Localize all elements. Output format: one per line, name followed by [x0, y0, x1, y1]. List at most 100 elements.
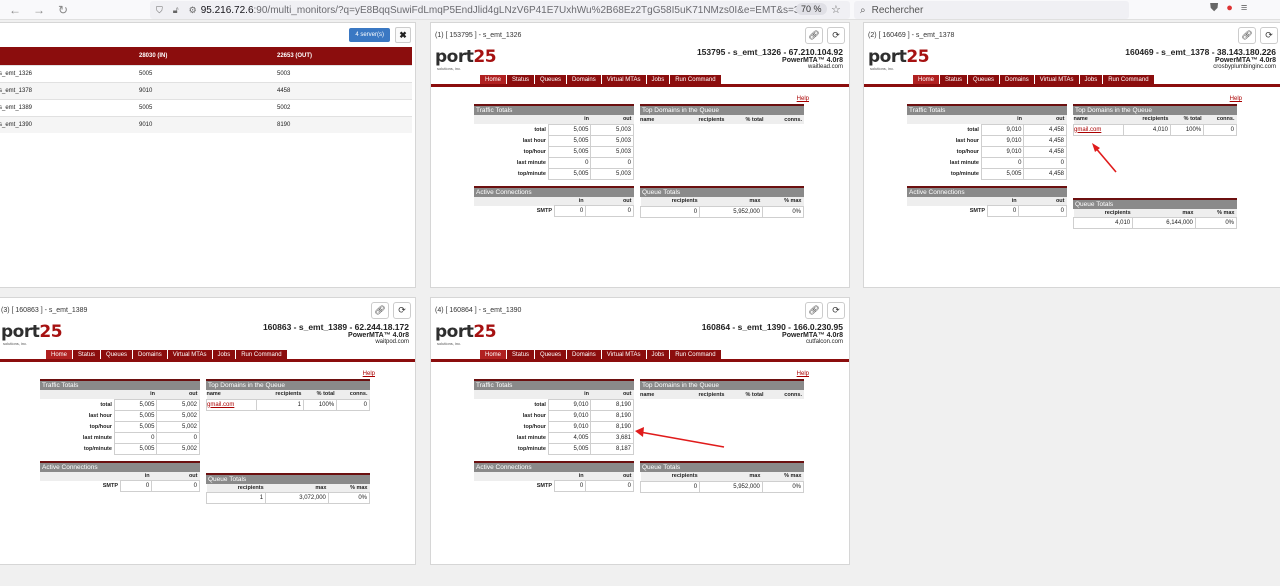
tab-domains[interactable]: Domains	[1000, 75, 1034, 84]
tab-status[interactable]: Status	[73, 350, 101, 359]
queue-value: 0%	[1194, 217, 1238, 229]
queue-value: 0	[639, 480, 701, 493]
value-in: 0	[553, 205, 587, 217]
help-link[interactable]: Help	[431, 96, 849, 104]
tab-run-command[interactable]: Run Command	[670, 75, 721, 84]
tab-run-command[interactable]: Run Command	[1103, 75, 1154, 84]
tab-status[interactable]: Status	[940, 75, 968, 84]
refresh-icon[interactable]: ⟳	[1260, 26, 1278, 44]
tab-jobs[interactable]: Jobs	[646, 350, 670, 359]
tab-virtual-mtas[interactable]: Virtual MTAs	[601, 75, 646, 84]
search-placeholder: Rechercher	[871, 4, 924, 16]
queue-value: 0	[639, 205, 701, 218]
tab-home[interactable]: Home	[913, 75, 940, 84]
tab-status[interactable]: Status	[507, 350, 535, 359]
table-row: s_emt_1389 5005 5002	[0, 98, 412, 116]
refresh-icon[interactable]: ⟳	[393, 301, 411, 319]
link-icon[interactable]: 🔗︎	[805, 26, 823, 44]
col-3: conns.	[765, 390, 804, 399]
forward-icon[interactable]: →	[30, 1, 48, 19]
bookmark-star-icon[interactable]: ☆	[831, 3, 841, 16]
zoom-badge[interactable]: 70 %	[796, 3, 827, 15]
chrome-icon[interactable]: ●	[1226, 2, 1233, 15]
tab-run-command[interactable]: Run Command	[236, 350, 287, 359]
tab-domains[interactable]: Domains	[567, 75, 601, 84]
link-icon[interactable]: 🔗︎	[805, 301, 823, 319]
value-out: 0	[1018, 205, 1067, 217]
col-0: name	[640, 390, 672, 399]
table-row: top/hour 9,010 8,190	[474, 420, 634, 433]
pocket-icon[interactable]: ⛊	[1210, 2, 1218, 15]
shield-icon[interactable]: ⛉	[156, 5, 163, 16]
value-out: 0	[585, 480, 634, 492]
tab-home[interactable]: Home	[480, 75, 507, 84]
tab-run-command[interactable]: Run Command	[670, 350, 721, 359]
domain-value: 100%	[1169, 123, 1205, 136]
server-title: 160864 - s_emt_1390 - 166.0.230.95	[701, 322, 843, 332]
tab-status[interactable]: Status	[507, 75, 535, 84]
row-label: last hour	[955, 137, 979, 144]
servers-count-button[interactable]: 4 server(s)	[349, 28, 390, 42]
tab-home[interactable]: Home	[46, 350, 73, 359]
domain-link[interactable]: gmail.com	[205, 398, 258, 411]
hostname-label: waitpod.com	[375, 339, 409, 345]
help-link[interactable]: Help	[431, 371, 849, 379]
tab-virtual-mtas[interactable]: Virtual MTAs	[601, 350, 646, 359]
table-row: 0 5,952,000 0%	[639, 480, 805, 493]
table-row: total 9,010 8,190	[474, 398, 634, 411]
lock-icon[interactable]: 🔓︎	[173, 5, 179, 16]
url-bar[interactable]: ⛉ 🔓︎ ⚙ 95.216.72.6:90/multi_monitors/?q=…	[150, 1, 850, 19]
close-button[interactable]: ✖	[395, 27, 411, 43]
monitor-header-label: (2) [ 160469 ] - s_emt_1378	[868, 31, 955, 39]
help-link[interactable]: Help	[0, 371, 415, 379]
row-label: last minute	[949, 159, 979, 166]
hostname-label: waitlead.com	[807, 64, 843, 70]
tab-queues[interactable]: Queues	[535, 350, 567, 359]
monitor-header: (4) [ 160864 ] - s_emt_1390 🔗︎ ⟳	[431, 298, 849, 322]
col-2: % total	[726, 390, 766, 399]
help-link[interactable]: Help	[864, 96, 1280, 104]
tab-jobs[interactable]: Jobs	[646, 75, 670, 84]
refresh-icon[interactable]: ⟳	[827, 26, 845, 44]
cell: 4458	[275, 81, 412, 99]
domain-value: 4,010	[1123, 123, 1171, 136]
refresh-icon[interactable]: ⟳	[827, 301, 845, 319]
table-row: total 9,010 4,458	[907, 123, 1067, 136]
tab-domains[interactable]: Domains	[133, 350, 167, 359]
domains-table: name recipients% total conns. gmail.com 1 100…	[205, 390, 370, 411]
logo-subtitle: solutions, inc.	[3, 341, 28, 346]
value-in: 5,005	[547, 167, 592, 180]
value-in: 9,010	[980, 123, 1025, 136]
tab-domains[interactable]: Domains	[567, 350, 601, 359]
reload-icon[interactable]: ↻	[54, 1, 72, 19]
menu-icon[interactable]: ≡	[1241, 2, 1247, 15]
tab-queues[interactable]: Queues	[968, 75, 1000, 84]
tab-jobs[interactable]: Jobs	[212, 350, 236, 359]
value-in: 5,005	[547, 134, 592, 147]
table-row: top/minute 5,005 5,003	[474, 167, 634, 180]
hostname-label: cutfalcon.com	[805, 339, 843, 345]
link-icon[interactable]: 🔗︎	[1238, 26, 1256, 44]
value-out: 5,002	[156, 420, 200, 433]
active-connections-box: Active Connections in out SMTP 0 0	[40, 460, 200, 492]
tab-home[interactable]: Home	[480, 350, 507, 359]
back-icon[interactable]: ←	[6, 1, 24, 19]
search-input[interactable]: ⌕ Rechercher	[854, 1, 1129, 19]
traffic-totals-title: Traffic Totals	[40, 379, 200, 390]
annotation-arrow-1	[1092, 143, 1117, 173]
domain-link[interactable]: gmail.com	[1072, 123, 1125, 136]
col-in: in	[554, 471, 586, 481]
tab-queues[interactable]: Queues	[101, 350, 133, 359]
tab-virtual-mtas[interactable]: Virtual MTAs	[1034, 75, 1079, 84]
row-label: total	[100, 401, 112, 408]
permissions-icon[interactable]: ⚙	[189, 5, 197, 16]
tab-queues[interactable]: Queues	[535, 75, 567, 84]
tab-virtual-mtas[interactable]: Virtual MTAs	[167, 350, 212, 359]
row-label: top/minute	[83, 445, 112, 452]
link-icon[interactable]: 🔗︎	[371, 301, 389, 319]
queue-value: 0%	[327, 492, 371, 504]
active-table: in out SMTP 0 0	[907, 196, 1067, 217]
queue-value: 3,072,000	[265, 492, 329, 504]
search-icon: ⌕	[860, 4, 866, 16]
tab-jobs[interactable]: Jobs	[1079, 75, 1103, 84]
